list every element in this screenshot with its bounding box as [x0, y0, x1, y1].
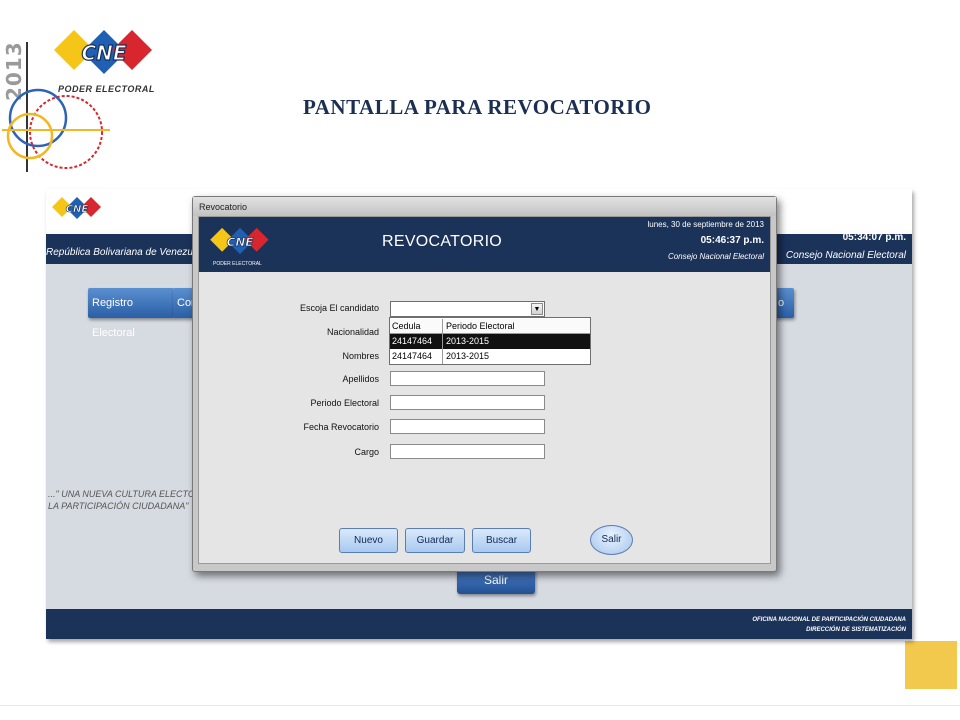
bg-footer [46, 609, 912, 639]
apellidos-label: Apellidos [342, 374, 379, 384]
dropdown-header-row: Cedula Periodo Electoral [390, 319, 590, 334]
svg-text:CNE: CNE [227, 235, 254, 249]
fecha-revocatorio-label: Fecha Revocatorio [303, 422, 379, 432]
dialog-org: Consejo Nacional Electoral [667, 252, 764, 261]
dialog-titlebar[interactable]: Revocatorio [193, 197, 776, 216]
cargo-label: Cargo [354, 447, 379, 457]
bg-org: Consejo Nacional Electoral [785, 250, 906, 261]
bg-time: 05:34:07 p.m. [842, 232, 906, 243]
dialog-cne-logo: CNE [210, 227, 269, 255]
dialog-header: CNE PODER ELECTORAL REVOCATORIO lunes, 3… [199, 217, 770, 272]
column-separator [442, 349, 443, 364]
corner-decoration [905, 641, 957, 689]
dialog-body: CNE PODER ELECTORAL REVOCATORIO lunes, 3… [198, 216, 771, 564]
bg-logo-subtitle: PODER ELECTORAL [56, 224, 105, 230]
dropdown-header-periodo: Periodo Electoral [446, 321, 515, 331]
guardar-button[interactable]: Guardar [405, 528, 465, 553]
apellidos-field[interactable] [390, 371, 545, 386]
periodo-electoral-label: Periodo Electoral [310, 398, 379, 408]
candidato-dropdown-list: Cedula Periodo Electoral 24147464 2013-2… [389, 317, 591, 365]
svg-text:CNE: CNE [81, 41, 126, 65]
dropdown-option[interactable]: 24147464 2013-2015 [390, 349, 590, 364]
dialog-heading: REVOCATORIO [382, 233, 503, 250]
bottom-rule [0, 705, 960, 706]
nacionalidad-label: Nacionalidad [326, 327, 379, 337]
decorative-circles [2, 88, 110, 169]
option-periodo: 2013-2015 [446, 351, 490, 361]
bg-footer-office: OFICINA NACIONAL DE PARTICIPACIÓN CIUDAD… [752, 617, 906, 623]
candidato-select[interactable]: ▼ [390, 301, 545, 317]
dialog-logo-subtitle: PODER ELECTORAL [213, 261, 262, 267]
bg-slogan-line2: LA PARTICIPACIÓN CIUDADANA" [48, 501, 189, 511]
candidato-label: Escoja El candidato [299, 303, 379, 313]
slide-title: PANTALLA PARA REVOCATORIO [303, 95, 652, 119]
cne-logo: CNE [54, 30, 152, 74]
bg-slogan-line1: ..." UNA NUEVA CULTURA ELECTORAL [48, 489, 213, 499]
option-cedula: 24147464 [392, 336, 433, 346]
chevron-down-icon[interactable]: ▼ [531, 303, 543, 315]
dropdown-option-selected[interactable]: 24147464 2013-2015 [390, 334, 590, 349]
cargo-field[interactable] [390, 444, 545, 459]
logo-subtitle: PODER ELECTORAL [58, 84, 155, 94]
salir-button[interactable]: Salir [590, 525, 633, 555]
bg-nav-button-right[interactable]: o [774, 288, 794, 318]
dialog-date: lunes, 30 de septiembre de 2013 [647, 220, 764, 229]
nombres-label: Nombres [342, 351, 379, 361]
dialog-window-title: Revocatorio [199, 202, 248, 212]
option-cedula: 24147464 [392, 351, 433, 361]
column-separator [442, 334, 443, 349]
bg-republic-text: República Bolivariana de Venezuela [46, 247, 207, 258]
bg-footer-direction: DIRECCIÓN DE SISTEMATIZACIÓN [806, 627, 906, 633]
svg-text:CNE: CNE [66, 204, 89, 215]
fecha-revocatorio-field[interactable] [390, 419, 545, 434]
dropdown-header-cedula: Cedula [392, 321, 421, 331]
periodo-electoral-field[interactable] [390, 395, 545, 410]
revocatorio-dialog: Revocatorio CNE PODER ELECTORAL REVOCATO… [192, 196, 777, 572]
dialog-time: 05:46:37 p.m. [700, 235, 764, 246]
column-separator [442, 319, 443, 333]
registro-electoral-button[interactable]: Registro Electoral [88, 288, 174, 339]
nuevo-button[interactable]: Nuevo [339, 528, 398, 553]
bg-cne-logo: CNE [52, 197, 101, 219]
option-periodo: 2013-2015 [446, 336, 490, 346]
buscar-button[interactable]: Buscar [472, 528, 531, 553]
